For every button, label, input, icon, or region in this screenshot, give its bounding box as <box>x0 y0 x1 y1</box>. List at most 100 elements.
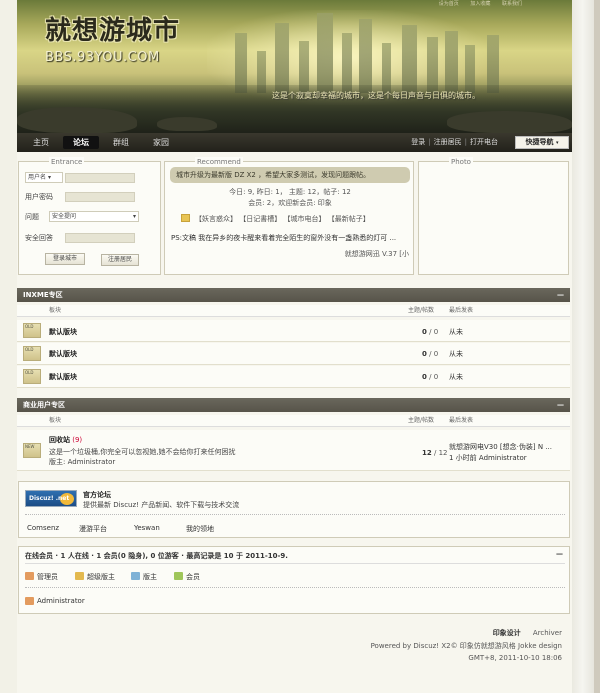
legend-mod: 版主 <box>143 573 157 581</box>
forum-last-post: 从未 <box>449 328 463 336</box>
topic-count: 12 <box>422 449 432 457</box>
username-input[interactable] <box>65 173 135 183</box>
forum-count: 0 / 0 <box>422 350 439 358</box>
site-logo[interactable]: 就想游城市 <box>45 10 180 47</box>
tab-gossip[interactable]: 【妖言惑众】 <box>195 215 237 223</box>
link-comsenz[interactable]: Comsenz <box>27 524 59 532</box>
recommend-panel: Recommend 城市升级为最新版 DZ X2 ，希望大家多测试，发现问题跟帖… <box>164 157 414 275</box>
question-label: 问题 <box>25 213 39 221</box>
divider <box>25 563 565 564</box>
scrollbar[interactable] <box>594 0 600 693</box>
forum-last-post: 从未 <box>449 350 463 358</box>
banner-rock <box>157 117 217 131</box>
legend-admin: 管理员 <box>37 573 58 581</box>
register-button[interactable]: 注册居民 <box>101 254 139 266</box>
photo-panel: Photo <box>418 157 569 275</box>
top-link[interactable]: 加入收藏 <box>470 1 490 7</box>
category-header[interactable]: INXME专区 — <box>17 288 570 302</box>
col-count: 主题/帖数 <box>408 417 435 424</box>
col-last: 最后发表 <box>449 307 474 314</box>
announcement-bar[interactable]: 城市升级为最新版 DZ X2 ，希望大家多测试，发现问题跟帖。 <box>170 167 410 183</box>
online-summary[interactable]: 在线会员 · 1 人在线 · 1 会员(0 隐身), 0 位游客 · 最高记录是… <box>25 551 288 561</box>
col-board: 板块 <box>49 417 62 424</box>
password-label: 用户密码 <box>25 193 53 201</box>
discuz-logo-text: Discuz! .net <box>29 495 70 502</box>
register-link[interactable]: 注册居民 <box>434 138 462 146</box>
banner-building <box>235 33 247 93</box>
link-my-territory[interactable]: 我的领地 <box>186 524 214 534</box>
tab-diary[interactable]: 【日记書槽】 <box>239 215 281 223</box>
forum-title-line: 回收站 (9) <box>49 435 82 445</box>
online-user[interactable]: Administrator <box>37 597 85 605</box>
username-type-value: 用户名 <box>28 174 47 181</box>
forum-icon: OLD <box>23 369 41 384</box>
quick-nav-button[interactable]: 快捷导航 ▾ <box>515 136 569 149</box>
footer-powered: Powered by Discuz! X2© 印象仿就想游风格 Jokke de… <box>370 642 562 650</box>
banner-building <box>359 19 372 93</box>
col-count: 主题/帖数 <box>408 307 435 314</box>
forum-row[interactable]: OLD 默认版块 0 / 0 从未 <box>17 343 570 365</box>
forum-icon: OLD <box>23 346 41 361</box>
security-question-select[interactable]: 安全提问 ▾ <box>49 211 139 222</box>
collapse-icon[interactable]: — <box>557 288 564 302</box>
chevron-down-icon: ▾ <box>132 213 136 220</box>
password-input[interactable] <box>65 192 135 202</box>
login-link[interactable]: 登录 <box>411 138 425 146</box>
official-forum-desc: 提供最新 Discuz! 产品新闻、软件下载与技术交流 <box>83 501 240 509</box>
chevron-down-icon: ▾ <box>47 174 51 181</box>
post-count: 0 <box>433 373 439 381</box>
radio-link[interactable]: 打开电台 <box>470 138 498 146</box>
banner-slogan: 这是个寂寞却幸福的城市，这是个每日声音与日俱的城市。 <box>272 91 480 100</box>
footer-link-design[interactable]: 印象设计 <box>493 629 521 637</box>
nav-user-links: 登录 | 注册居民 | 打开电台 <box>411 138 498 146</box>
forum-row[interactable]: OLD 默认版块 0 / 0 从未 <box>17 366 570 388</box>
banner-building <box>445 31 458 93</box>
forum-name[interactable]: 默认版块 <box>49 349 77 359</box>
version-text: 就想游网迅 V.37 [小 <box>344 250 409 258</box>
collapse-icon[interactable]: — <box>557 398 564 412</box>
chevron-down-icon: ▾ <box>555 140 559 146</box>
nav-item-forum[interactable]: 论坛 <box>63 136 99 149</box>
banner-building <box>275 23 289 93</box>
collapse-icon[interactable]: — <box>556 550 563 558</box>
top-links: 设为首页 加入收藏 联系我们 <box>429 0 522 7</box>
post-preview[interactable]: PS:文稿 我在异乡的夜卡醒来看着完全陌生的窗外没有一盏熟悉的灯可 ... <box>171 233 396 243</box>
photo-title: Photo <box>449 157 473 167</box>
admin-icon <box>25 572 34 580</box>
post-count: 0 <box>433 350 439 358</box>
forum-moderator[interactable]: 版主: Administrator <box>49 457 115 467</box>
page-left-margin <box>0 0 17 693</box>
nav-item-home-space[interactable]: 家园 <box>145 136 177 149</box>
top-link[interactable]: 联系我们 <box>502 1 522 7</box>
category-header[interactable]: 商业用户专区 — <box>17 398 570 412</box>
tab-latest[interactable]: 【最新帖子】 <box>328 215 370 223</box>
nav-item-home[interactable]: 主页 <box>25 136 57 149</box>
forum-name[interactable]: 默认版块 <box>49 327 77 337</box>
category-title: 商业用户专区 <box>23 401 65 409</box>
recommend-tabs: 【妖言惑众】 【日记書槽】 【城市电台】 【最新帖子】 <box>195 214 370 224</box>
forum-row[interactable]: NEW 回收站 (9) 这是一个垃圾桶,你完全可以忽视她,她不会给你打来任何困扰… <box>17 430 570 471</box>
login-button[interactable]: 登录城市 <box>45 253 85 265</box>
forum-icon: OLD <box>23 323 41 338</box>
forum-name[interactable]: 回收站 <box>49 436 70 444</box>
footer-link-archiver[interactable]: Archiver <box>533 629 562 637</box>
forum-row[interactable]: OLD 默认版块 0 / 0 从未 <box>17 320 570 342</box>
official-forum-title[interactable]: 官方论坛 <box>83 490 111 500</box>
divider <box>25 514 565 515</box>
link-yeswan[interactable]: Yeswan <box>134 524 160 532</box>
mod-icon <box>131 572 140 580</box>
nav-item-groups[interactable]: 群组 <box>105 136 137 149</box>
discuz-logo[interactable]: Discuz! .net <box>25 490 77 507</box>
last-post-title[interactable]: 就想游网电V30 [想念·伪装] N ... <box>449 442 552 452</box>
answer-input[interactable] <box>65 233 135 243</box>
post-count: 0 <box>433 328 439 336</box>
top-link[interactable]: 设为首页 <box>439 1 459 7</box>
username-type-select[interactable]: 用户名 ▾ <box>25 172 63 183</box>
super-mod-icon <box>75 572 84 580</box>
link-manyou[interactable]: 漫游平台 <box>79 524 107 534</box>
tab-radio[interactable]: 【城市电台】 <box>283 215 325 223</box>
quick-nav-label: 快捷导航 <box>525 138 554 146</box>
forum-name[interactable]: 默认版块 <box>49 372 77 382</box>
links-panel: Discuz! .net 官方论坛 提供最新 Discuz! 产品新闻、软件下载… <box>18 481 570 538</box>
security-question-value: 安全提问 <box>52 213 77 220</box>
